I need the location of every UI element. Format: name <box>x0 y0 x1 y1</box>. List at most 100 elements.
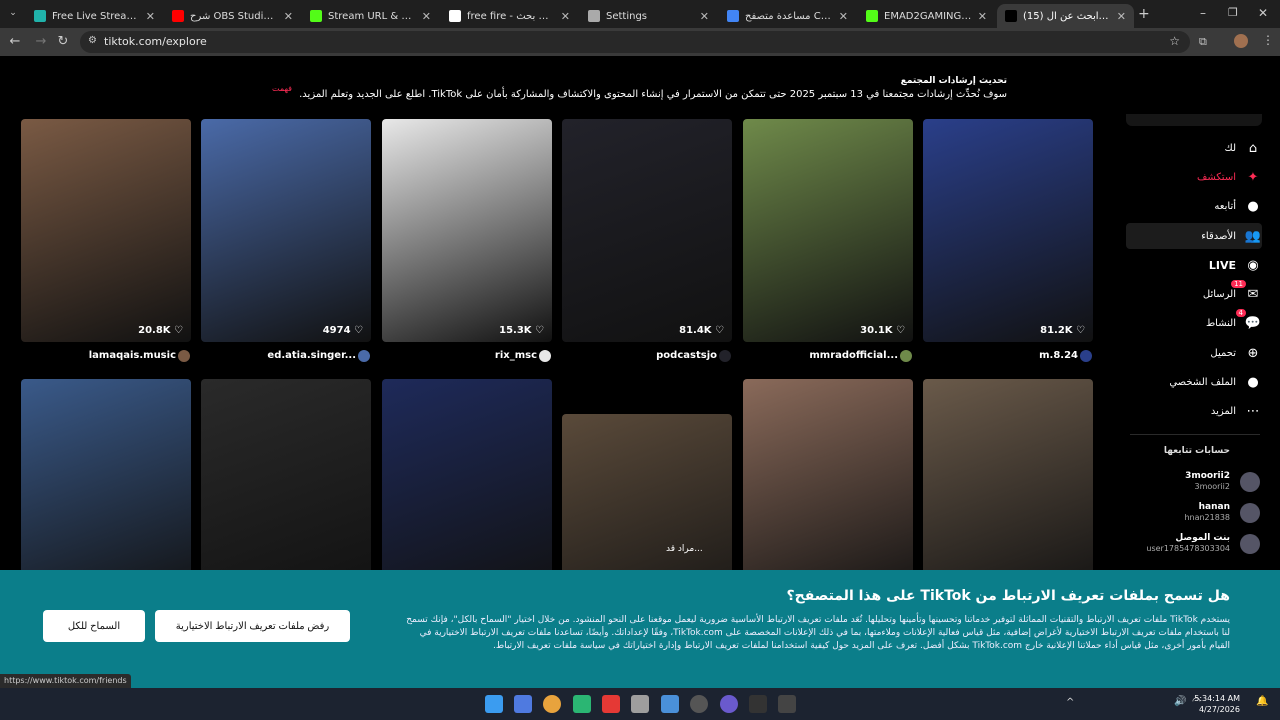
tab-close-icon[interactable]: ✕ <box>839 10 848 23</box>
sidebar-item-profile[interactable]: ● الملف الشخصي <box>1169 369 1262 395</box>
sidebar-item-home[interactable]: ⌂ لك <box>1225 135 1262 161</box>
video-thumbnail[interactable]: 4974 ♡ <box>201 119 371 342</box>
new-tab-button[interactable]: + <box>1138 6 1150 22</box>
followed-account[interactable]: 3moorii2 3moorii2 <box>1122 470 1262 496</box>
sidebar-item-following[interactable]: ● أتابعه <box>1214 193 1262 219</box>
sidebar-item-friends[interactable]: 👥 الأصدقاء <box>1126 223 1262 249</box>
minimize-icon[interactable]: – <box>1200 6 1206 20</box>
address-bar[interactable]: ⚙ tiktok.com/explore ☆ <box>80 31 1190 53</box>
back-icon[interactable]: ← <box>7 34 23 49</box>
video-username[interactable]: lamaqais.music <box>89 350 176 361</box>
sidebar-item-live[interactable]: ◉ LIVE <box>1209 252 1262 278</box>
video-username[interactable]: rix_msc <box>495 350 537 361</box>
video-card[interactable] <box>382 379 552 602</box>
chrome-taskbar-icon[interactable] <box>543 695 561 713</box>
video-username[interactable]: ed.atia.singer... <box>267 350 356 361</box>
browser-tab[interactable]: Stream URL & Key - Kick ✕ <box>302 4 439 28</box>
browser-tab[interactable]: EMAD2GAMING Stream ✕ <box>858 4 995 28</box>
like-count: 30.1K ♡ <box>860 325 905 336</box>
video-thumbnail[interactable]: 15.3K ♡ <box>382 119 552 342</box>
user-avatar[interactable] <box>719 350 731 362</box>
browser-menu-icon[interactable]: ⋮ <box>1262 33 1274 47</box>
video-thumbnail[interactable]: 30.1K ♡ <box>743 119 913 342</box>
tab-close-icon[interactable]: ✕ <box>700 10 709 23</box>
video-card[interactable] <box>743 379 913 602</box>
video-card[interactable]: 4974 ♡ <box>201 119 371 342</box>
user-avatar[interactable] <box>539 350 551 362</box>
user-avatar[interactable] <box>1080 350 1092 362</box>
video-thumbnail[interactable] <box>21 379 191 602</box>
followed-account[interactable]: بنت الموصل user1785478303304 <box>1122 532 1262 558</box>
tab-close-icon[interactable]: ✕ <box>422 10 431 23</box>
notification-bell-icon[interactable]: 🔔 <box>1256 696 1268 707</box>
tab-close-icon[interactable]: ✕ <box>146 10 155 23</box>
tab-search-icon[interactable]: ⌄ <box>6 8 20 22</box>
video-thumbnail[interactable] <box>201 379 371 602</box>
restore-icon[interactable]: ❐ <box>1228 6 1238 19</box>
reload-icon[interactable]: ↻ <box>55 34 71 49</box>
banner-dismiss-button[interactable]: فهمت <box>272 84 292 93</box>
close-window-icon[interactable]: ✕ <box>1258 6 1268 20</box>
tab-title: Stream URL & Key - Kick <box>328 10 416 22</box>
tab-close-icon[interactable]: ✕ <box>1117 10 1126 23</box>
volume-icon[interactable]: 🔊 <box>1174 696 1186 707</box>
browser-tab[interactable]: free fire - بحث Google ✕ <box>441 4 578 28</box>
site-info-icon[interactable]: ⚙ <box>88 35 97 46</box>
app-green-icon[interactable] <box>573 695 591 713</box>
tab-close-icon[interactable]: ✕ <box>284 10 293 23</box>
start-menu-icon[interactable] <box>485 695 503 713</box>
sidebar-item-explore[interactable]: ✦ استكشف <box>1197 164 1262 190</box>
file-explorer-icon[interactable] <box>514 695 532 713</box>
browser-tab[interactable]: (15) استكشف - ابحث عن ال ✕ <box>997 4 1134 28</box>
like-count: 4974 ♡ <box>322 325 363 336</box>
app-window-icon[interactable] <box>778 695 796 713</box>
video-card[interactable]: 15.3K ♡ <box>382 119 552 342</box>
video-thumbnail[interactable]: 81.2K ♡ <box>923 119 1093 342</box>
account-avatar <box>1240 503 1260 523</box>
browser-tab[interactable]: Free Live Streaming & Re ✕ <box>26 4 163 28</box>
video-thumbnail[interactable] <box>923 379 1093 602</box>
video-username[interactable]: m.8.24 <box>1039 350 1078 361</box>
tab-close-icon[interactable]: ✕ <box>978 10 987 23</box>
video-thumbnail[interactable]: 20.8K ♡ <box>21 119 191 342</box>
sidebar-item-more[interactable]: ⋯ المزيد <box>1211 398 1262 424</box>
video-thumbnail[interactable]: 81.4K ♡ <box>562 119 732 342</box>
allow-all-cookies-button[interactable]: السماح للكل <box>43 610 145 642</box>
forward-icon[interactable]: → <box>33 34 49 49</box>
tab-close-icon[interactable]: ✕ <box>561 10 570 23</box>
app-photos-icon[interactable] <box>661 695 679 713</box>
user-avatar[interactable] <box>178 350 190 362</box>
system-clock[interactable]: 5:34:14 AM 4/27/2026 <box>1194 693 1240 715</box>
tray-chevron-icon[interactable]: ^ <box>1066 697 1074 708</box>
video-card[interactable]: 20.8K ♡ <box>21 119 191 342</box>
sidebar-item-upload[interactable]: ⊕ تحميل <box>1210 340 1262 366</box>
video-card[interactable]: 30.1K ♡ <box>743 119 913 342</box>
sidebar-item-activity[interactable]: 💬 النشاط <box>1206 310 1262 336</box>
app-terminal-icon[interactable] <box>749 695 767 713</box>
video-card[interactable] <box>923 379 1093 602</box>
video-thumbnail[interactable] <box>743 379 913 602</box>
browser-tab[interactable]: شرح OBS Studio 2025 لت ✕ <box>164 4 301 28</box>
video-username[interactable]: podcastsjo <box>656 350 717 361</box>
tab-strip: ⌄ Free Live Streaming & Re✕شرح OBS Studi… <box>0 0 1280 28</box>
sidebar-search-box[interactable] <box>1126 114 1262 126</box>
video-card[interactable] <box>201 379 371 602</box>
followed-account[interactable]: hanan hnan21838 <box>1122 501 1262 527</box>
profile-avatar[interactable] <box>1234 34 1248 48</box>
video-thumbnail[interactable] <box>382 379 552 602</box>
app-calendar-icon[interactable] <box>631 695 649 713</box>
app-red-icon[interactable] <box>602 695 620 713</box>
extensions-icon[interactable]: ⧉ <box>1199 35 1207 49</box>
user-avatar[interactable] <box>900 350 912 362</box>
video-card[interactable]: 81.2K ♡ <box>923 119 1093 342</box>
app-obs-icon[interactable] <box>720 695 738 713</box>
app-settings-icon[interactable] <box>690 695 708 713</box>
user-avatar[interactable] <box>358 350 370 362</box>
video-username[interactable]: mmradofficial... <box>809 350 898 361</box>
bookmark-star-icon[interactable]: ☆ <box>1169 34 1180 48</box>
video-card[interactable]: 81.4K ♡ <box>562 119 732 342</box>
browser-tab[interactable]: Settings ✕ <box>580 4 717 28</box>
reject-optional-cookies-button[interactable]: رفض ملفات تعريف الارتباط الاختيارية <box>155 610 350 642</box>
browser-tab[interactable]: مساعدة متصفح Chrome ✕ <box>719 4 856 28</box>
video-card[interactable] <box>21 379 191 602</box>
